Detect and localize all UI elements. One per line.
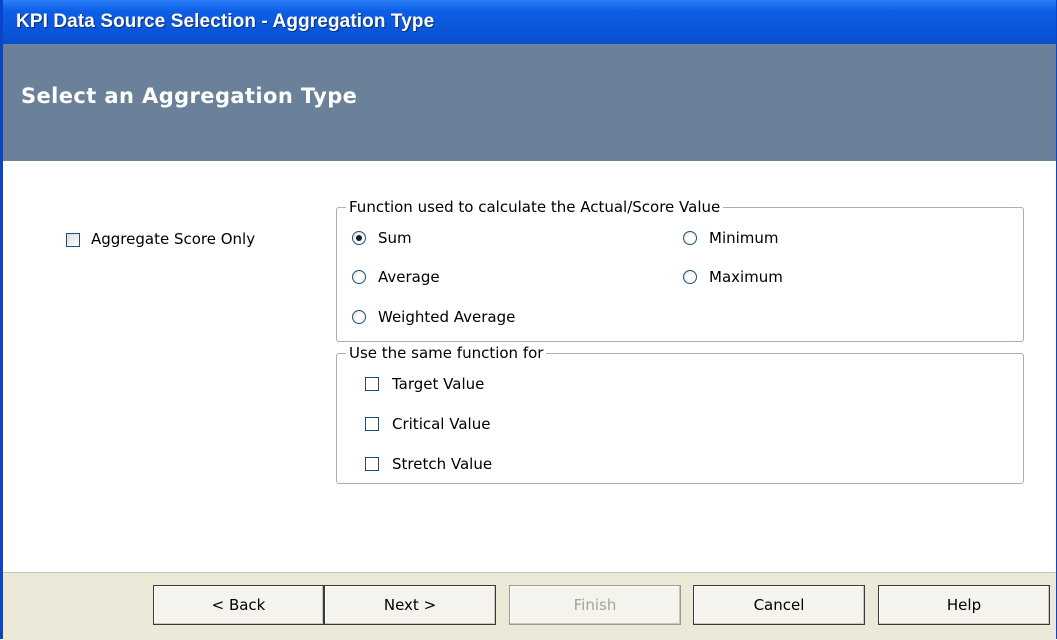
- help-button[interactable]: Help: [878, 585, 1050, 625]
- window-title: KPI Data Source Selection - Aggregation …: [16, 11, 435, 32]
- radio-maximum-label[interactable]: Maximum: [709, 268, 783, 286]
- back-button[interactable]: < Back: [153, 585, 324, 625]
- radio-weighted-average[interactable]: [352, 310, 366, 324]
- cancel-button[interactable]: Cancel: [693, 585, 865, 625]
- radio-minimum-label[interactable]: Minimum: [709, 229, 779, 247]
- radio-average-label[interactable]: Average: [378, 268, 440, 286]
- radio-sum-label[interactable]: Sum: [378, 229, 412, 247]
- critical-value-checkbox[interactable]: [365, 417, 379, 431]
- wizard-window: KPI Data Source Selection - Aggregation …: [0, 0, 1057, 640]
- radio-average[interactable]: [352, 270, 366, 284]
- radio-weighted-average-label[interactable]: Weighted Average: [378, 308, 515, 326]
- radio-maximum[interactable]: [683, 270, 697, 284]
- same-function-group-legend: Use the same function for: [346, 344, 547, 362]
- target-value-label[interactable]: Target Value: [392, 375, 484, 393]
- wizard-header: Select an Aggregation Type: [3, 44, 1056, 161]
- aggregate-score-only-checkbox[interactable]: [66, 233, 80, 247]
- aggregate-score-only-label[interactable]: Aggregate Score Only: [91, 230, 255, 248]
- critical-value-label[interactable]: Critical Value: [392, 415, 490, 433]
- function-group-legend: Function used to calculate the Actual/Sc…: [346, 198, 724, 216]
- stretch-value-label[interactable]: Stretch Value: [392, 455, 492, 473]
- page-title: Select an Aggregation Type: [21, 84, 358, 108]
- finish-button[interactable]: Finish: [509, 585, 681, 625]
- radio-sum[interactable]: [352, 231, 366, 245]
- next-button[interactable]: Next >: [324, 585, 496, 625]
- target-value-checkbox[interactable]: [365, 377, 379, 391]
- radio-minimum[interactable]: [683, 231, 697, 245]
- wizard-content: Aggregate Score Only Function used to ca…: [3, 161, 1056, 572]
- stretch-value-checkbox[interactable]: [365, 457, 379, 471]
- title-bar[interactable]: KPI Data Source Selection - Aggregation …: [3, 0, 1056, 44]
